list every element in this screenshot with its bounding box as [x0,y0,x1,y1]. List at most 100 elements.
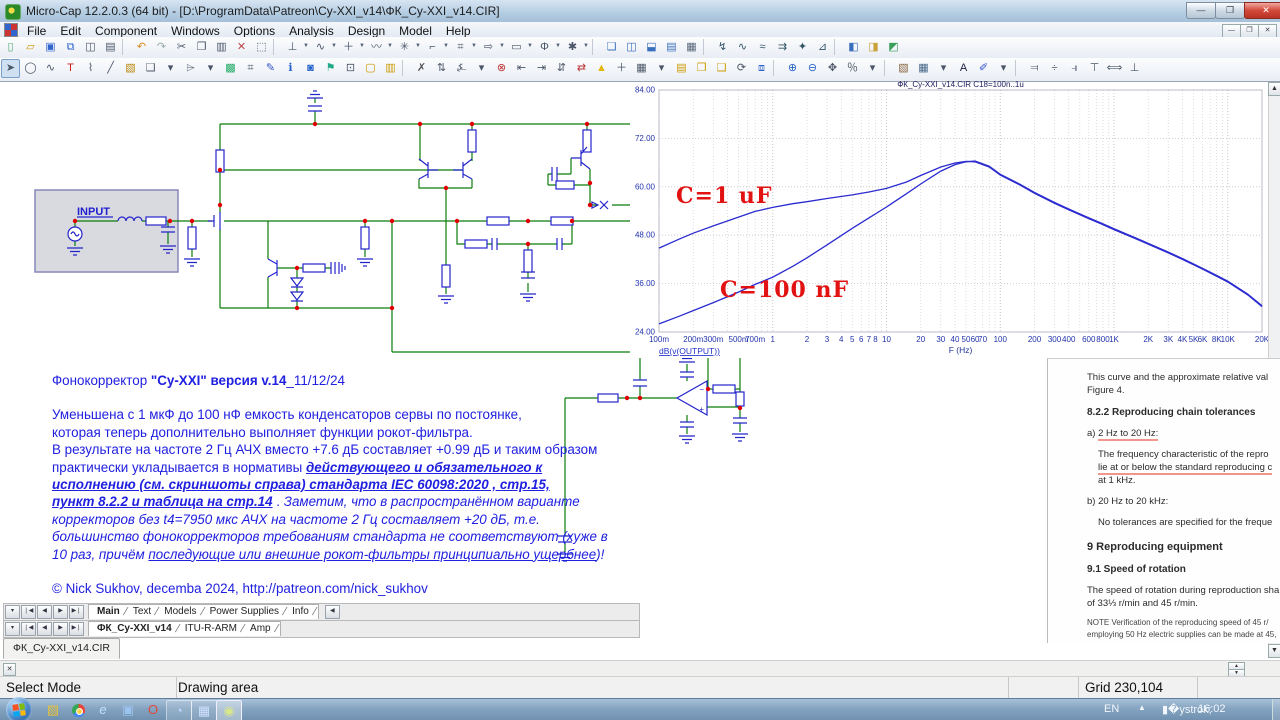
scroll-down-icon[interactable]: ▼ [1268,644,1280,658]
tab-nav-3[interactable]: ▶ [53,622,68,636]
opera-icon[interactable]: O [145,702,161,718]
dynamic-dc-icon[interactable]: ⇉ [773,38,792,57]
crosshair-icon[interactable]: ＋ [612,59,631,78]
select-all-icon[interactable]: ⬚ [252,38,271,57]
tab-main[interactable]: Main [91,605,124,619]
warning-toggle-icon[interactable]: ▲ [592,59,611,78]
panel-right-icon[interactable]: ◨ [864,38,883,57]
open-file-icon[interactable]: ▱ [21,38,40,57]
tab-text[interactable]: Text [127,605,155,619]
arrow-component-picker-dropdown[interactable]: ▼ [498,38,506,55]
mdi-minimize-button[interactable]: — [1222,24,1241,38]
tile-vertical-icon[interactable]: ◫ [622,38,641,57]
zoom-dropdown-icon[interactable]: ▾ [863,59,882,78]
arrow-component-picker[interactable]: ⇨ [479,38,498,57]
panel-left-icon[interactable]: ◧ [844,38,863,57]
cut-icon[interactable]: ✂ [172,38,191,57]
misc-component-picker-dropdown[interactable]: ▼ [582,38,590,55]
phase-component-picker[interactable]: Φ [535,38,554,57]
copy-icon[interactable]: ❐ [192,38,211,57]
tile-horizontal-icon[interactable]: ⬓ [642,38,661,57]
tab-models[interactable]: Models [158,605,200,619]
select-region-icon[interactable]: ⊡ [341,59,360,78]
info-icon[interactable]: ℹ [281,59,300,78]
close-button[interactable]: ✕ [1244,2,1280,19]
pattern-dropdown-icon[interactable]: ▾ [934,59,953,78]
box-component-picker-dropdown[interactable]: ▼ [526,38,534,55]
node-component-picker[interactable]: ＋ [339,38,358,57]
explorer-icon[interactable]: ▨ [45,702,61,718]
node-component-picker-dropdown[interactable]: ▼ [358,38,366,55]
flag-icon[interactable]: ⚑ [321,59,340,78]
inductor-component-picker[interactable]: ⌐ [423,38,442,57]
color-icon[interactable]: ▧ [894,59,913,78]
clock[interactable]: 16:02 [1198,703,1226,715]
tab-amp[interactable]: Amp [244,622,275,636]
save-all-icon[interactable]: ⧉ [61,38,80,57]
ortho-wire-icon[interactable]: ⌇ [81,59,100,78]
dc-analysis-icon[interactable]: ≈ [753,38,772,57]
probe-icon[interactable]: ⍼ [452,59,471,78]
picture-mode-icon[interactable]: ❑ [141,59,160,78]
ground-component-picker[interactable]: ⊥ [283,38,302,57]
print-icon[interactable]: ▤ [101,38,120,57]
find-part-icon[interactable]: ✗ [412,59,431,78]
font-color-icon[interactable]: ✐ [974,59,993,78]
grid-toggle-icon[interactable]: ⌗ [241,59,260,78]
font-icon[interactable]: A [954,59,973,78]
line-mode-icon[interactable]: ╱ [101,59,120,78]
text-mode-icon[interactable]: T [61,59,80,78]
restore-button[interactable]: ❐ [1215,2,1245,19]
distortion-icon[interactable]: ⊿ [813,38,832,57]
grid-component-picker[interactable]: ⌗ [451,38,470,57]
grid-snap-icon[interactable]: ▦ [632,59,651,78]
close-strip-icon[interactable]: ✕ [3,663,16,676]
tab-nav-1[interactable]: ❘◀ [21,622,36,636]
inductor-component-picker-dropdown[interactable]: ▼ [442,38,450,55]
sheet-icon[interactable]: ▢ [361,59,380,78]
tab-info[interactable]: Info [286,605,313,619]
flow-mode-icon[interactable]: ⌲ [181,59,200,78]
align-bottom-icon[interactable]: ⊥ [1125,59,1144,78]
delete-icon[interactable]: ✕ [232,38,251,57]
pan-icon[interactable]: ✥ [823,59,842,78]
calculator-icon[interactable]: ▦ [682,38,701,57]
font-dropdown-icon[interactable]: ▾ [994,59,1013,78]
tab-nav-2[interactable]: ◀ [37,622,52,636]
minimize-button[interactable]: — [1186,2,1216,19]
source-component-picker[interactable]: ∿ [311,38,330,57]
align-left-icon[interactable]: ⫤ [1025,59,1044,78]
graphics-mode-icon[interactable]: ▧ [121,59,140,78]
tab-nav-0[interactable]: ▾ [5,622,20,636]
chrome-icon[interactable] [70,702,86,718]
region-icon[interactable]: ▩ [221,59,240,78]
connector-component-picker[interactable]: ✳ [395,38,414,57]
cascade-windows-icon[interactable]: ❏ [602,38,621,57]
language-indicator[interactable]: EN [1104,703,1119,715]
redo-icon[interactable]: ↷ [152,38,171,57]
mode-box-icon[interactable]: ⧈ [752,59,771,78]
align-right-icon[interactable]: ⫣ [1065,59,1084,78]
tab-power-supplies[interactable]: Power Supplies [204,605,283,619]
source-component-picker-dropdown[interactable]: ▼ [330,38,338,55]
component-mode-icon[interactable]: ◯ [21,59,40,78]
grid-dropdown-icon[interactable]: ▾ [652,59,671,78]
tab-nav-0[interactable]: ▾ [5,605,20,619]
save-floppy-icon[interactable]: ▦ [191,700,217,720]
step-icon[interactable]: ⇅ [432,59,451,78]
tab-itu-r-arm[interactable]: ITU-R-ARM [179,622,241,636]
tab-nav-4[interactable]: ▶❘ [69,622,84,636]
help-point-icon[interactable]: ◙ [301,59,320,78]
save-file-icon[interactable]: ▣ [41,38,60,57]
ground-component-picker-dropdown[interactable]: ▼ [302,38,310,55]
horizontal-scroll-strip[interactable]: ✕ ▲ ▼ [0,660,1280,677]
tab-scroll-left-icon[interactable]: ◀ [325,605,340,619]
undo-icon[interactable]: ↶ [132,38,151,57]
new-file-icon[interactable]: ▯ [1,38,20,57]
select-mode-icon[interactable]: ➤ [1,59,20,78]
zoom-in-icon[interactable]: ⊕ [783,59,802,78]
annotate-icon[interactable]: ✎ [261,59,280,78]
file-tab[interactable]: ФК_Cy-XXI_v14.CIR [3,638,120,659]
paste-icon[interactable]: ▥ [212,38,231,57]
mdi-restore-button[interactable]: ❐ [1240,24,1259,38]
